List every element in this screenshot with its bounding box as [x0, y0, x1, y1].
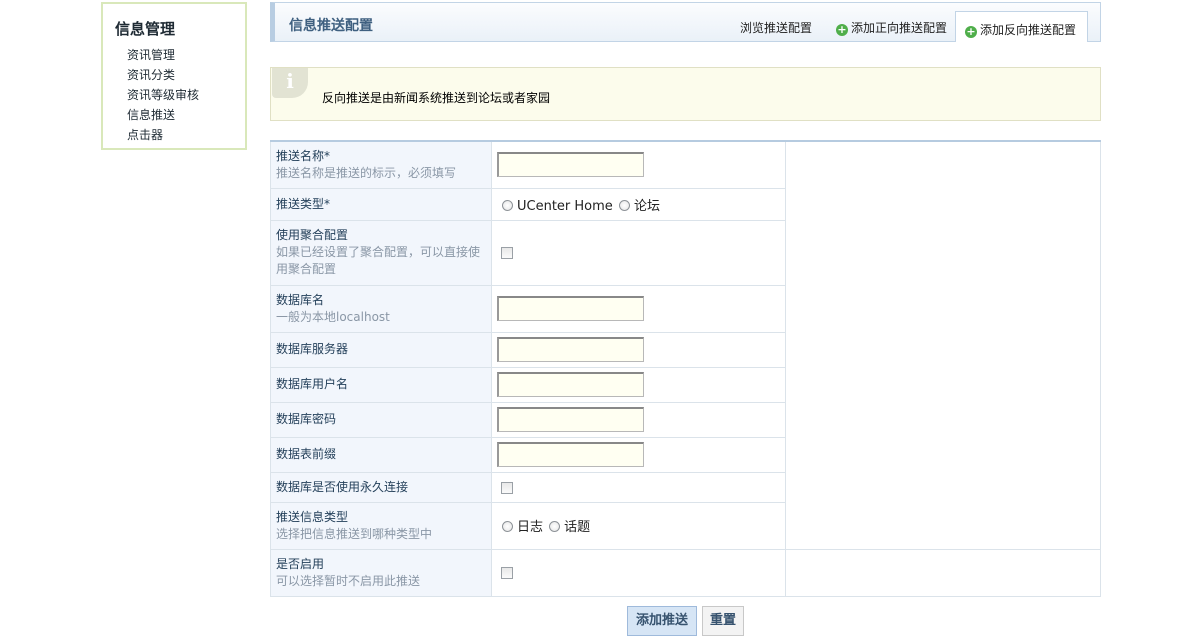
- push-name-input[interactable]: [497, 152, 644, 178]
- sidebar-item-news-level-review[interactable]: 资讯等级审核: [127, 85, 199, 105]
- db-password-input[interactable]: [497, 407, 644, 432]
- enabled-desc: 可以选择暂时不启用此推送: [276, 573, 421, 588]
- enabled-label: 是否启用: [276, 556, 325, 571]
- reset-button[interactable]: 重置: [702, 606, 744, 636]
- sidebar-item-news-management[interactable]: 资讯管理: [127, 45, 199, 65]
- info-box: i 反向推送是由新闻系统推送到论坛或者家园: [270, 67, 1101, 121]
- db-user-input[interactable]: [497, 372, 644, 397]
- sidebar-item-news-categories[interactable]: 资讯分类: [127, 65, 199, 85]
- tab-add-reverse-push-config[interactable]: + 添加反向推送配置: [955, 11, 1088, 42]
- push-type-radio-group: UCenter Home 论坛: [497, 199, 660, 214]
- sidebar: 信息管理 资讯管理 资讯分类 资讯等级审核 信息推送 点击器: [101, 2, 247, 150]
- info-type-topic-radio[interactable]: [549, 521, 561, 532]
- use-aggregate-checkbox[interactable]: [501, 247, 513, 259]
- tab-add-forward-push-config[interactable]: + 添加正向推送配置: [836, 19, 947, 36]
- info-type-blog-label: 日志: [517, 520, 544, 535]
- tab-label: 浏览推送配置: [740, 21, 813, 35]
- push-name-label: 推送名称*: [276, 148, 331, 163]
- tab-label: 添加反向推送配置: [980, 23, 1077, 37]
- page-header: 信息推送配置 浏览推送配置 + 添加正向推送配置 + 添加反向推送配置: [270, 2, 1101, 42]
- table-prefix-label: 数据表前缀: [276, 447, 337, 461]
- db-name-input[interactable]: [497, 296, 644, 321]
- table-prefix-input[interactable]: [497, 442, 644, 467]
- db-user-label: 数据库用户名: [276, 377, 349, 391]
- push-type-ucenter-radio[interactable]: [502, 199, 513, 211]
- db-server-input[interactable]: [497, 337, 644, 362]
- info-text: 反向推送是由新闻系统推送到论坛或者家园: [322, 91, 551, 105]
- push-type-forum-radio[interactable]: [618, 199, 630, 211]
- use-aggregate-desc: 如果已经设置了聚合配置，可以直接使用聚合配置: [276, 245, 481, 276]
- push-type-ucenter-label: UCenter Home: [517, 198, 613, 214]
- push-type-forum-label: 论坛: [633, 198, 660, 214]
- db-server-label: 数据库服务器: [276, 342, 349, 356]
- info-icon: i: [272, 68, 308, 98]
- sidebar-item-clicker[interactable]: 点击器: [127, 125, 199, 145]
- push-name-desc: 推送名称是推送的标示，必须填写: [276, 165, 457, 180]
- form-row-push-name: 推送名称* 推送名称是推送的标示，必须填写: [270, 140, 1101, 550]
- plus-circle-icon: +: [965, 25, 977, 38]
- sidebar-item-info-push[interactable]: 信息推送: [127, 105, 199, 125]
- tab-label: 添加正向推送配置: [851, 21, 948, 35]
- db-name-desc: 一般为本地localhost: [276, 309, 390, 324]
- db-name-label: 数据库名: [276, 292, 325, 307]
- enabled-checkbox[interactable]: [501, 567, 513, 579]
- form-row-enabled: 是否启用 可以选择暂时不启用此推送: [270, 548, 1101, 597]
- tab-browse-push-config[interactable]: 浏览推送配置: [740, 19, 812, 36]
- info-type-topic-label: 话题: [564, 520, 591, 535]
- use-aggregate-label: 使用聚合配置: [276, 228, 349, 242]
- info-type-blog-radio[interactable]: [502, 521, 513, 532]
- push-type-label: 推送类型*: [276, 196, 331, 211]
- plus-circle-icon: +: [836, 23, 848, 36]
- info-type-radio-group: 日志 话题: [497, 520, 590, 535]
- push-config-form: 推送名称* 推送名称是推送的标示，必须填写 推送类型* UCenter Home…: [270, 140, 1101, 597]
- add-push-button[interactable]: 添加推送: [627, 606, 697, 636]
- db-password-label: 数据库密码: [276, 412, 337, 426]
- page-title: 信息推送配置: [289, 18, 373, 34]
- info-type-desc: 选择把信息推送到哪种类型中: [276, 526, 433, 541]
- sidebar-title: 信息管理: [115, 20, 176, 38]
- info-type-label: 推送信息类型: [276, 509, 349, 524]
- sidebar-menu: 资讯管理 资讯分类 资讯等级审核 信息推送 点击器: [127, 45, 199, 145]
- persistent-checkbox[interactable]: [501, 481, 513, 494]
- persistent-label: 数据库是否使用永久连接: [276, 479, 409, 494]
